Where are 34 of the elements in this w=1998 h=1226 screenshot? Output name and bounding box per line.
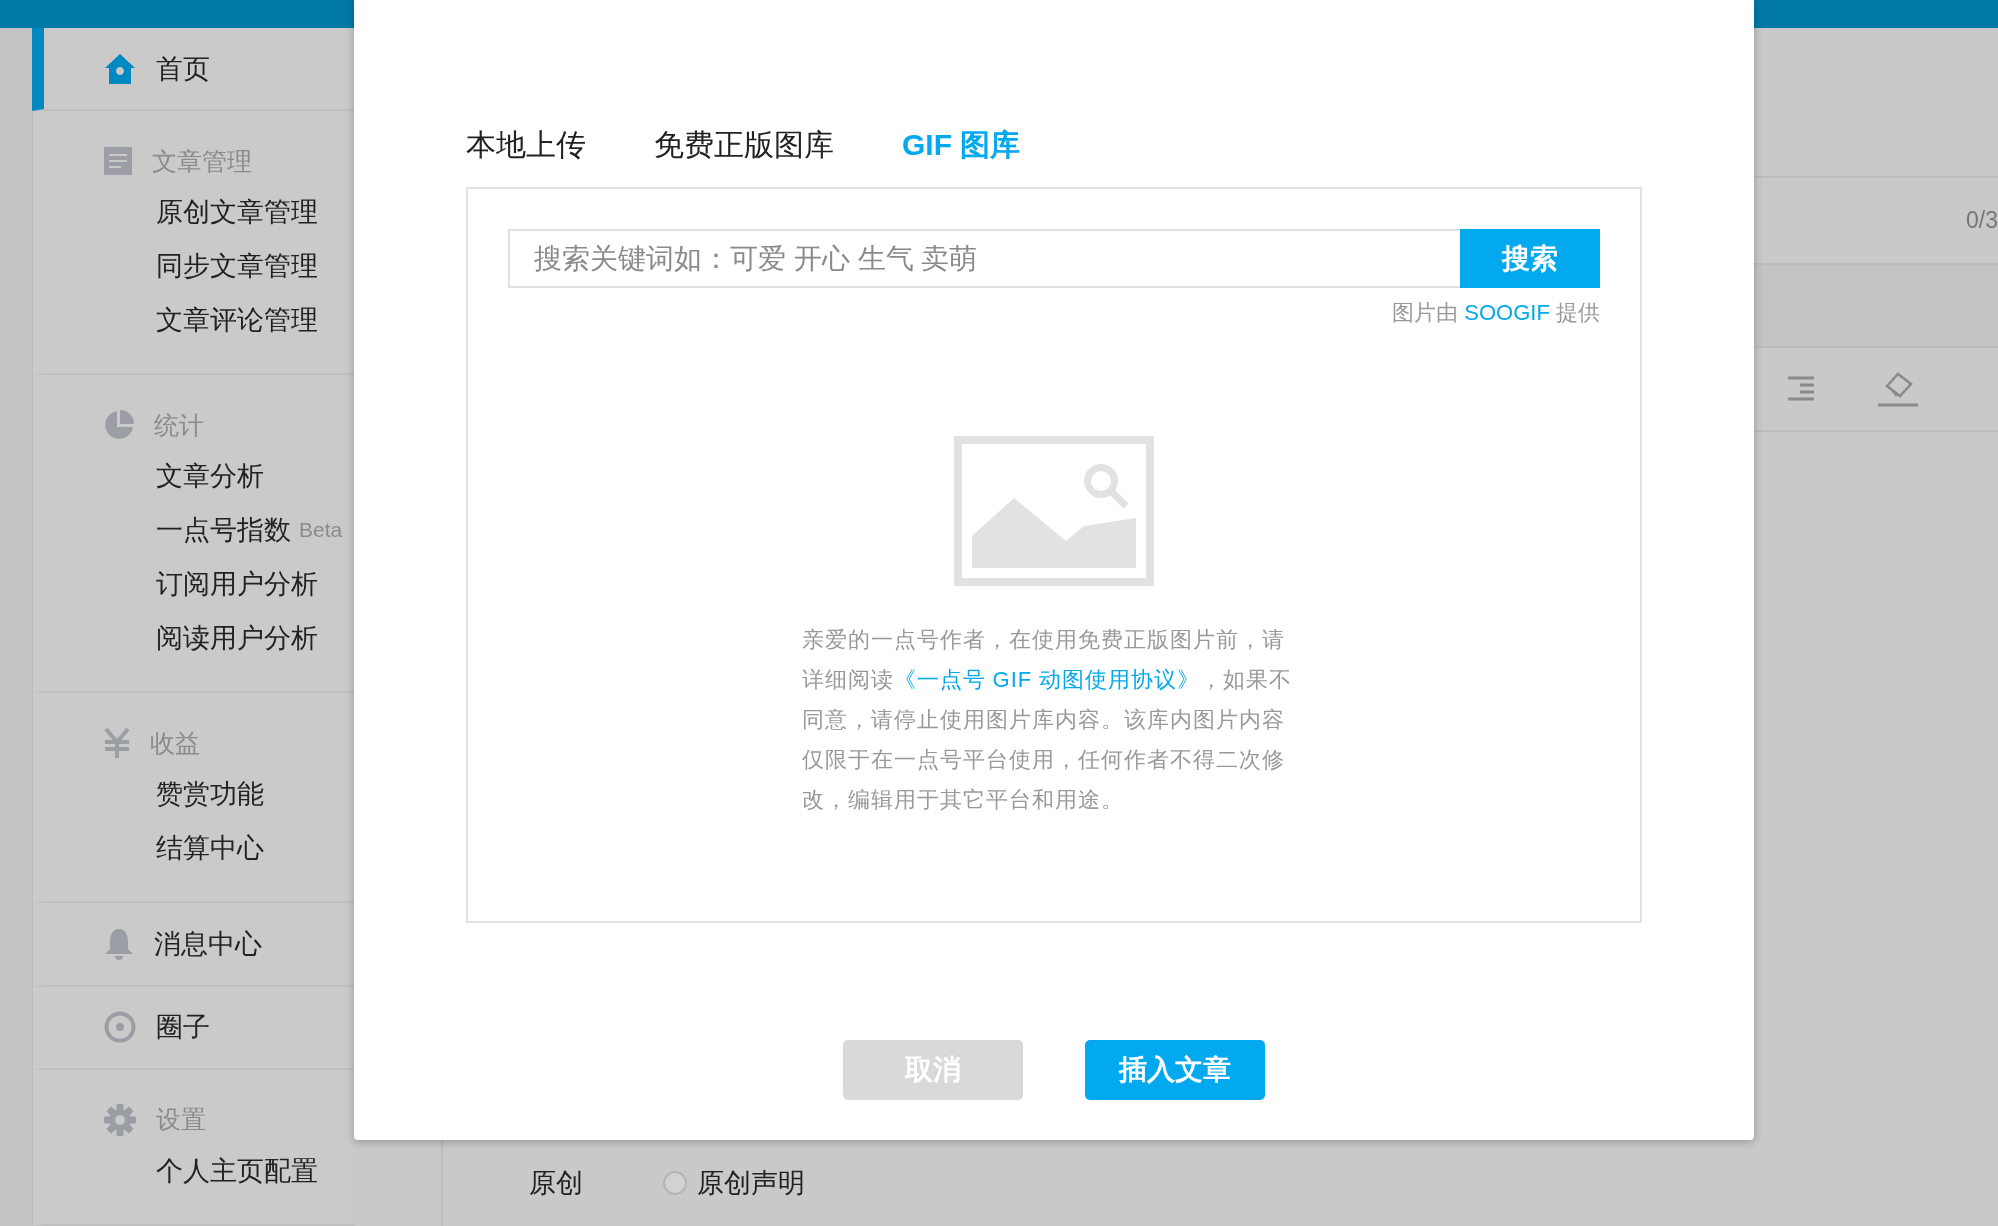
document-icon [104, 147, 132, 176]
pie-chart-icon [104, 410, 134, 441]
settings-icon [104, 1104, 136, 1136]
sidebar-item[interactable]: 结算中心 [104, 821, 264, 876]
sidebar-item[interactable]: 同步文章管理 [104, 239, 318, 294]
title-counter: 0/3 [1966, 207, 1998, 234]
home-icon [104, 52, 136, 85]
image-placeholder-icon [954, 436, 1154, 586]
eraser-icon[interactable] [1878, 371, 1918, 407]
tab[interactable]: 免费正版图库 [654, 125, 834, 165]
sidebar-item[interactable]: 文章评论管理 [104, 293, 318, 348]
sidebar-item[interactable]: 文章分析 [104, 449, 264, 504]
align-right-icon[interactable] [1786, 375, 1816, 403]
radio-button[interactable] [663, 1171, 687, 1195]
sidebar-group-title: 收益 [150, 727, 200, 759]
sidebar-item[interactable]: 个人主页配置 [104, 1144, 318, 1198]
bell-icon [104, 928, 134, 960]
sidebar-item[interactable]: 阅读用户分析 [104, 611, 318, 666]
sidebar-item[interactable]: 原创文章管理 [104, 185, 318, 240]
radio-label: 原创声明 [697, 1167, 805, 1200]
sidebar-item[interactable]: 订阅用户分析 [104, 557, 318, 612]
sidebar-group-title: 设置 [156, 1104, 206, 1136]
credit-text: 图片由 SOOGIF 提供 [1392, 299, 1600, 327]
sidebar-group-title: 文章管理 [152, 145, 252, 177]
sidebar-item[interactable]: 赞赏功能 [104, 767, 264, 822]
original-label: 原创 [529, 1167, 583, 1200]
target-icon [104, 1011, 136, 1044]
search-field[interactable]: 搜索关键词如：可爱 开心 生气 卖萌 [508, 229, 1460, 288]
tab[interactable]: 本地上传 [466, 125, 586, 165]
sidebar-group-title: 统计 [154, 409, 204, 441]
notice-paragraph: 亲爱的一点号作者，在使用免费正版图片前，请详细阅读《一点号 GIF 动图使用协议》，如果不同意，请停止使用图片库内容。该库内图片内容仅限于在一点号平台使用，任何作者不得二次修改，编辑用于其它平台和用途。 [801, 626, 1294, 814]
sidebar-item[interactable]: 一点号指数 Beta [104, 503, 343, 558]
yen-icon [104, 728, 130, 759]
beta-label: Beta [299, 518, 343, 543]
